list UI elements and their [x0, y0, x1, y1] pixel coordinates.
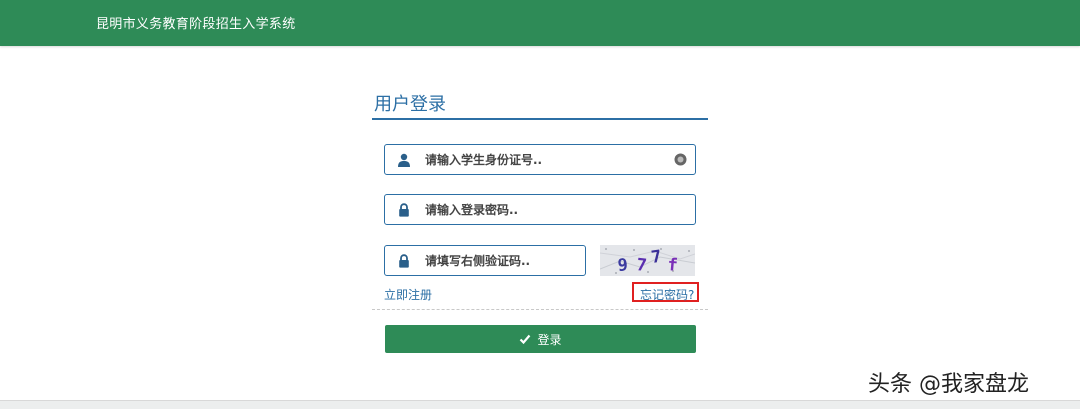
password-input[interactable]	[425, 198, 685, 221]
watermark-text: 头条 @我家盘龙	[868, 372, 1029, 397]
svg-text:9: 9	[617, 255, 629, 276]
student-id-input[interactable]	[425, 148, 665, 171]
captcha-image[interactable]: 9 7 7 f	[600, 245, 695, 276]
top-header-bar: 昆明市义务教育阶段招生入学系统	[0, 0, 1080, 46]
lock-icon	[399, 203, 409, 217]
clear-circle-icon[interactable]	[674, 153, 687, 166]
login-button-label: 登录	[537, 332, 562, 347]
svg-text:7: 7	[635, 255, 647, 276]
user-icon	[398, 153, 410, 167]
forgot-password-link[interactable]: 忘记密码?	[640, 286, 694, 303]
login-button[interactable]: 登录	[385, 325, 696, 353]
system-title: 昆明市义务教育阶段招生入学系统	[96, 17, 296, 32]
captcha-field-box	[384, 245, 586, 276]
lock-icon	[399, 254, 409, 268]
student-id-field-box	[384, 144, 696, 175]
register-link[interactable]: 立即注册	[384, 286, 432, 303]
svg-text:f: f	[667, 255, 679, 276]
password-field-box	[384, 194, 696, 225]
login-heading: 用户登录	[374, 94, 446, 115]
captcha-input[interactable]	[425, 249, 575, 272]
captcha-graphic: 9 7 7 f	[600, 245, 695, 276]
heading-underline	[372, 118, 708, 120]
check-icon	[520, 334, 531, 345]
dashed-divider	[372, 309, 708, 310]
